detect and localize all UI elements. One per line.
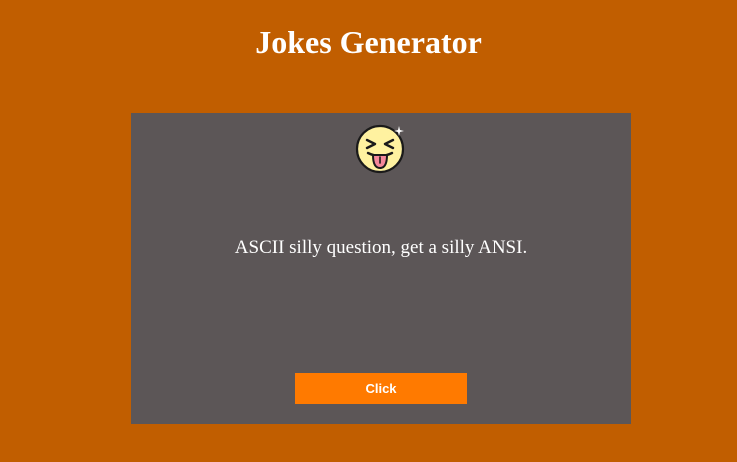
laughing-tongue-out-emoji-icon [355, 124, 405, 174]
joke-text: ASCII silly question, get a silly ANSI. [234, 237, 528, 258]
page: Jokes Generator ASCII silly question, ge… [0, 0, 737, 462]
click-button[interactable]: Click [295, 373, 467, 404]
joke-card: ASCII silly question, get a silly ANSI. … [131, 113, 631, 424]
page-title: Jokes Generator [255, 24, 482, 60]
